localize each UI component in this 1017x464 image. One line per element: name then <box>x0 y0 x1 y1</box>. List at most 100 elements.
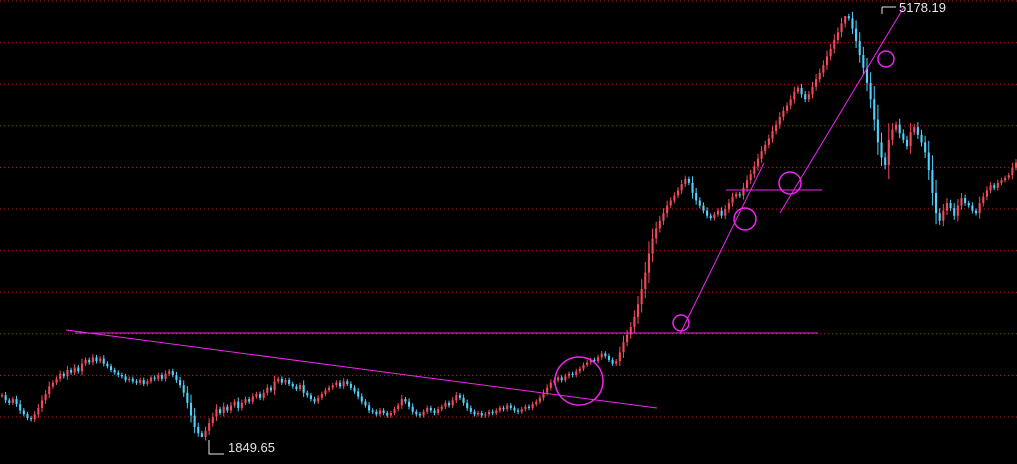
grid-layer <box>0 0 1017 418</box>
candle-body <box>655 228 658 239</box>
candlestick <box>989 182 992 194</box>
candlestick <box>931 155 934 206</box>
candlestick <box>1007 172 1010 181</box>
candlestick <box>535 399 538 407</box>
candlestick <box>924 135 927 159</box>
candle-body <box>517 410 520 412</box>
candle-body <box>99 358 102 362</box>
candlestick <box>386 410 389 418</box>
candlestick <box>451 397 454 409</box>
candlestick <box>473 409 476 417</box>
candle-body <box>364 401 367 406</box>
candle-body <box>408 401 411 407</box>
candlestick <box>756 153 760 171</box>
candle-body <box>357 391 360 397</box>
candle-body <box>109 366 113 370</box>
candlestick <box>829 43 832 61</box>
candlestick <box>51 380 54 389</box>
candle-body <box>684 179 687 185</box>
candlestick <box>37 403 40 418</box>
candlestick <box>400 394 403 409</box>
candle-body <box>669 200 672 206</box>
candle-body <box>676 190 680 196</box>
candle-body <box>927 152 930 171</box>
candle-body <box>462 397 465 403</box>
candlestick <box>887 123 890 180</box>
upper-up-trendline <box>779 6 905 214</box>
candle-body <box>306 392 309 396</box>
candlestick <box>669 197 672 209</box>
candlestick <box>360 393 363 405</box>
candlestick <box>102 355 105 367</box>
candle-body <box>277 378 280 382</box>
candlestick <box>255 391 258 399</box>
candle-body <box>967 203 970 206</box>
candle-body <box>342 381 345 387</box>
candle-body <box>978 203 981 214</box>
candle-body <box>564 376 567 381</box>
candlestick <box>811 81 814 99</box>
candle-body <box>880 142 883 158</box>
candlestick <box>211 412 214 427</box>
candlestick <box>197 422 200 437</box>
candle-body <box>33 414 36 420</box>
candlestick <box>491 409 494 416</box>
candle-body <box>440 406 443 410</box>
candle-body <box>778 117 781 125</box>
candlestick <box>349 381 352 390</box>
candle-body <box>506 405 509 410</box>
candlestick <box>364 399 367 408</box>
candlestick <box>109 363 113 373</box>
candle-body <box>244 399 247 403</box>
candle-body <box>535 401 538 405</box>
candlestick <box>626 329 629 347</box>
candlestick <box>927 140 930 180</box>
candlestick <box>658 215 661 233</box>
candlestick <box>277 376 280 384</box>
candle-body <box>840 23 843 33</box>
candlestick <box>433 408 436 416</box>
candle-body <box>164 373 167 379</box>
candlestick <box>702 202 705 214</box>
candle-body <box>393 409 396 413</box>
candlestick <box>498 405 501 413</box>
candle-body <box>1011 167 1014 176</box>
candle-body <box>466 402 469 408</box>
candlestick <box>160 372 163 382</box>
candle-body <box>862 55 865 68</box>
candle-body <box>724 209 727 216</box>
candlestick <box>106 361 109 369</box>
candle-body <box>371 410 374 412</box>
candle-body <box>706 210 709 216</box>
candlestick <box>306 390 309 398</box>
candle-body <box>139 380 142 383</box>
candlestick <box>346 379 349 387</box>
candle-body <box>815 79 818 87</box>
candlestick <box>640 279 643 313</box>
candle-body <box>825 56 829 66</box>
candle-body <box>200 433 203 438</box>
candlestick <box>691 176 694 199</box>
candlestick <box>629 322 632 339</box>
candlestick <box>233 399 236 408</box>
candlestick <box>309 392 312 402</box>
candlestick <box>938 208 941 225</box>
candle-body <box>175 375 178 381</box>
candle-body <box>785 105 789 111</box>
candle-body <box>909 132 912 147</box>
candle-body <box>876 119 879 143</box>
candlestick <box>324 387 327 397</box>
candle-body <box>640 289 643 305</box>
candle-body <box>738 194 741 196</box>
candle-body <box>302 385 305 393</box>
candlestick <box>978 196 981 219</box>
candlestick <box>368 402 371 414</box>
candlestick <box>971 202 974 214</box>
price-chart-svg: 5178.19 1849.65 <box>0 0 1017 455</box>
candle-body <box>549 382 552 388</box>
candle-body <box>993 185 996 188</box>
candle-body <box>793 91 796 100</box>
candle-body <box>258 394 262 398</box>
candle-body <box>375 411 378 415</box>
candlestick <box>171 368 174 378</box>
